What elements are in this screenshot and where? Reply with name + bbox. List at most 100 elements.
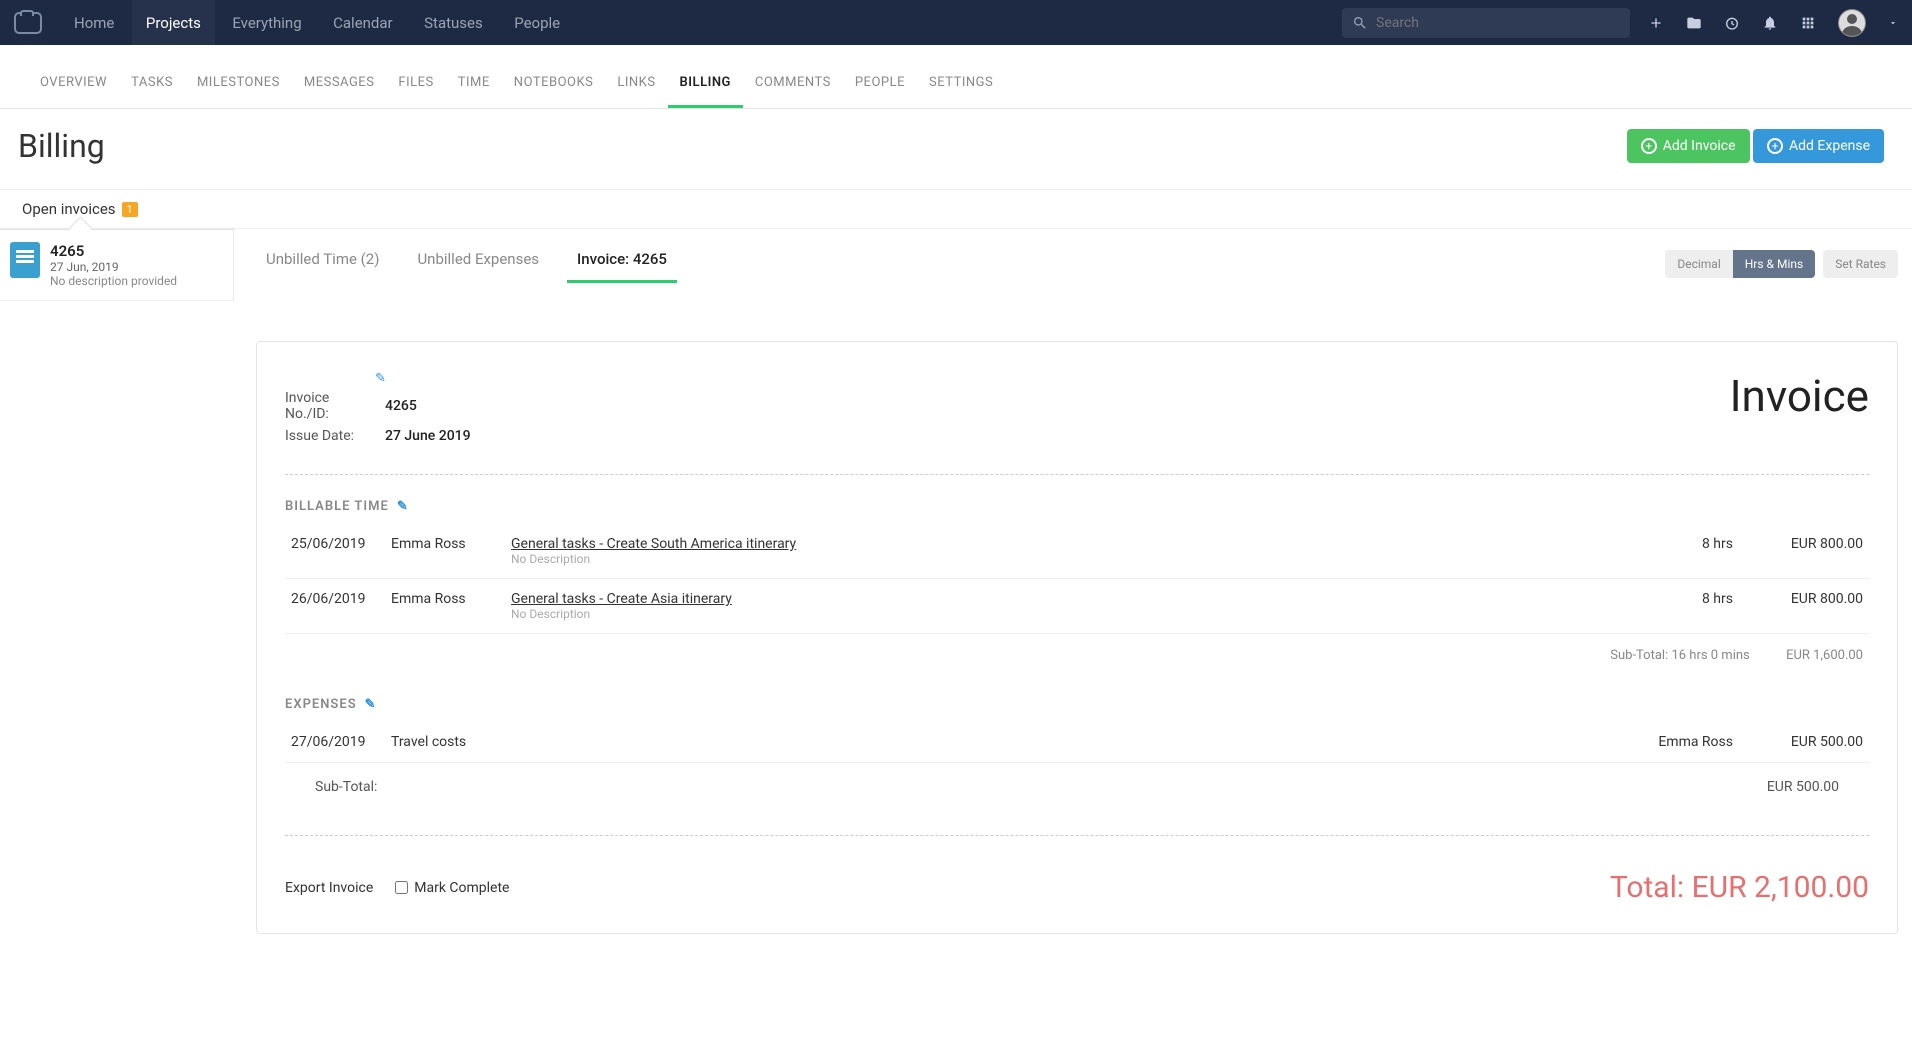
tab-tasks[interactable]: TASKS	[119, 60, 185, 108]
billable-subtotal: Sub-Total: 16 hrs 0 mins EUR 1,600.00	[285, 634, 1869, 677]
cell-amount: EUR 800.00	[1739, 579, 1869, 634]
edit-expenses-icon[interactable]: ✎	[365, 697, 377, 712]
search-input[interactable]	[1376, 15, 1620, 31]
bell-icon[interactable]	[1762, 15, 1778, 31]
cell-task: General tasks - Create South America iti…	[505, 524, 1659, 579]
invoice-item-date: 27 Jun, 2019	[50, 260, 177, 274]
open-invoices-count: 1	[122, 202, 138, 217]
invoice-list-item[interactable]: 4265 27 Jun, 2019 No description provide…	[0, 230, 233, 301]
edit-billable-icon[interactable]: ✎	[397, 499, 409, 514]
set-rates-button[interactable]: Set Rates	[1823, 250, 1898, 278]
page-title: Billing	[18, 127, 105, 165]
invoice-item-id: 4265	[50, 242, 177, 260]
invoice-detail-pane: Unbilled Time (2) Unbilled Expenses Invo…	[234, 230, 1912, 964]
grand-total: Total: EUR 2,100.00	[1610, 870, 1869, 905]
tab-unbilled-time[interactable]: Unbilled Time (2)	[256, 244, 389, 283]
task-nodesc: No Description	[511, 607, 1653, 621]
tab-unbilled-expenses[interactable]: Unbilled Expenses	[407, 244, 549, 283]
plus-circle-icon: +	[1767, 138, 1783, 154]
task-nodesc: No Description	[511, 552, 1653, 566]
task-link[interactable]: General tasks - Create South America iti…	[511, 536, 796, 552]
decimal-toggle[interactable]: Decimal	[1665, 250, 1732, 278]
open-pointer	[0, 229, 234, 230]
task-link[interactable]: General tasks - Create Asia itinerary	[511, 591, 732, 607]
cell-amount: EUR 800.00	[1739, 524, 1869, 579]
cell-desc: Travel costs	[385, 722, 1619, 763]
add-invoice-button[interactable]: + Add Invoice	[1627, 129, 1750, 163]
cell-person: Emma Ross	[385, 579, 505, 634]
expenses-heading: EXPENSES ✎	[285, 697, 1869, 712]
edit-meta-icon[interactable]: ✎	[375, 371, 386, 386]
open-invoices-label: Open invoices	[22, 200, 116, 218]
export-invoice-link[interactable]: Export Invoice	[285, 880, 373, 896]
project-subnav: OVERVIEW TASKS MILESTONES MESSAGES FILES…	[0, 60, 1912, 108]
topbar-icons	[1648, 9, 1898, 37]
invoice-list: 4265 27 Jun, 2019 No description provide…	[0, 230, 234, 301]
search-icon	[1352, 15, 1368, 31]
add-icon[interactable]	[1648, 15, 1664, 31]
cell-amount: EUR 500.00	[1739, 722, 1869, 763]
plus-circle-icon: +	[1641, 138, 1657, 154]
folder-icon[interactable]	[1686, 15, 1702, 31]
tab-messages[interactable]: MESSAGES	[292, 60, 387, 108]
issue-date-value: 27 June 2019	[385, 428, 471, 444]
cell-person: Emma Ross	[385, 524, 505, 579]
tab-people[interactable]: PEOPLE	[843, 60, 917, 108]
table-row: 26/06/2019 Emma Ross General tasks - Cre…	[285, 579, 1869, 634]
top-nav: Home Projects Everything Calendar Status…	[60, 0, 574, 45]
table-row: 25/06/2019 Emma Ross General tasks - Cre…	[285, 524, 1869, 579]
topbar: Home Projects Everything Calendar Status…	[0, 0, 1912, 45]
open-invoices-strip: Open invoices 1	[0, 189, 1912, 229]
mark-complete-checkbox[interactable]: Mark Complete	[395, 880, 509, 896]
tab-billing[interactable]: BILLING	[668, 60, 743, 108]
tab-overview[interactable]: OVERVIEW	[28, 60, 119, 108]
total-row: Export Invoice Mark Complete Total: EUR …	[285, 870, 1869, 905]
tab-invoice-current[interactable]: Invoice: 4265	[567, 244, 677, 283]
timer-icon[interactable]	[1724, 15, 1740, 31]
tab-comments[interactable]: COMMENTS	[743, 60, 843, 108]
add-invoice-label: Add Invoice	[1663, 138, 1736, 154]
table-row: 27/06/2019 Travel costs Emma Ross EUR 50…	[285, 722, 1869, 763]
search-box[interactable]	[1342, 8, 1630, 38]
nav-statuses[interactable]: Statuses	[410, 0, 497, 45]
nav-home[interactable]: Home	[60, 0, 128, 45]
invoice-heading: Invoice	[1730, 370, 1869, 422]
tab-links[interactable]: LINKS	[605, 60, 667, 108]
tab-files[interactable]: FILES	[386, 60, 445, 108]
cell-date: 25/06/2019	[285, 524, 385, 579]
cell-hours: 8 hrs	[1659, 524, 1739, 579]
nav-everything[interactable]: Everything	[218, 0, 315, 45]
tab-time[interactable]: TIME	[446, 60, 502, 108]
nav-calendar[interactable]: Calendar	[319, 0, 407, 45]
add-expense-button[interactable]: + Add Expense	[1753, 129, 1884, 163]
mark-complete-input[interactable]	[395, 881, 408, 894]
cell-hours: 8 hrs	[1659, 579, 1739, 634]
app-logo-icon[interactable]	[14, 12, 42, 34]
nav-people[interactable]: People	[500, 0, 574, 45]
hrs-mins-toggle[interactable]: Hrs & Mins	[1733, 250, 1815, 278]
invoice-doc-icon	[10, 242, 40, 278]
avatar[interactable]	[1838, 9, 1866, 37]
cell-date: 26/06/2019	[285, 579, 385, 634]
add-expense-label: Add Expense	[1789, 138, 1870, 154]
apps-icon[interactable]	[1800, 15, 1816, 31]
invoice-panel: ✎ Invoice No./ID: 4265 Issue Date: 27 Ju…	[256, 341, 1898, 934]
page-header: Billing + Add Invoice + Add Expense	[0, 109, 1912, 189]
issue-date-label: Issue Date:	[285, 428, 375, 444]
expenses-subtotal: Sub-Total: EUR 500.00	[285, 763, 1869, 811]
cell-task: General tasks - Create Asia itinerary No…	[505, 579, 1659, 634]
nav-projects[interactable]: Projects	[132, 0, 215, 45]
invoice-item-desc: No description provided	[50, 274, 177, 288]
tab-settings[interactable]: SETTINGS	[917, 60, 1005, 108]
cell-date: 27/06/2019	[285, 722, 385, 763]
chevron-down-icon[interactable]	[1888, 18, 1898, 28]
invoice-id-value: 4265	[385, 398, 417, 414]
tab-milestones[interactable]: MILESTONES	[185, 60, 292, 108]
expenses-table: 27/06/2019 Travel costs Emma Ross EUR 50…	[285, 722, 1869, 763]
cell-person: Emma Ross	[1619, 722, 1739, 763]
tab-notebooks[interactable]: NOTEBOOKS	[502, 60, 606, 108]
billable-time-heading: BILLABLE TIME ✎	[285, 499, 1869, 514]
detail-tabs: Unbilled Time (2) Unbilled Expenses Invo…	[256, 230, 1898, 291]
invoice-id-label: Invoice No./ID:	[285, 390, 375, 422]
time-format-toggle: Decimal Hrs & Mins	[1665, 250, 1815, 278]
